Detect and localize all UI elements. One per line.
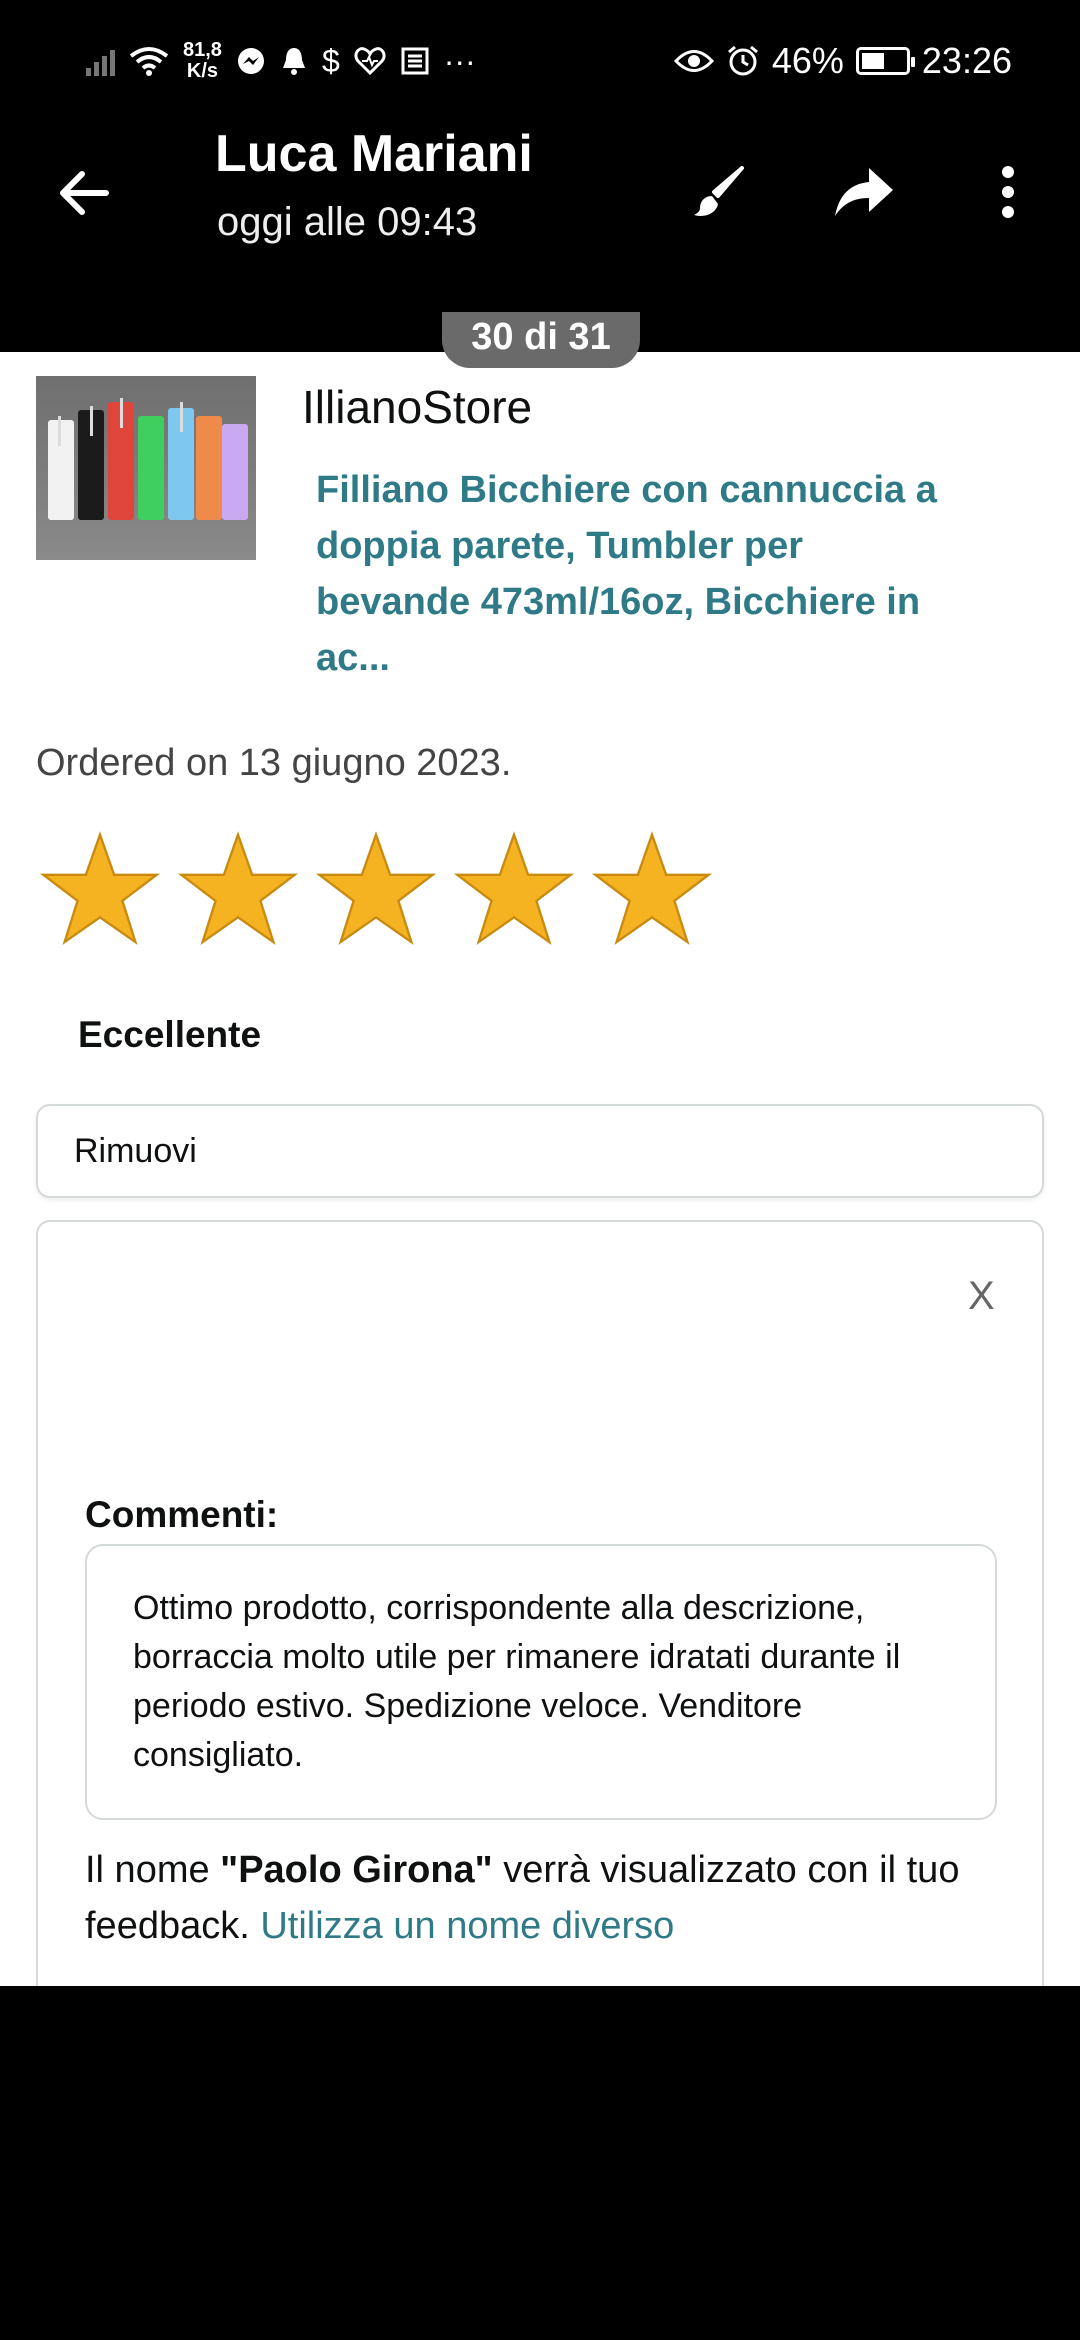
back-button[interactable] [50,158,120,228]
clock: 23:26 [921,40,1012,81]
edit-button[interactable] [684,156,756,228]
image-counter: 30 di 31 [442,312,640,368]
app-notification-icon [400,46,430,76]
star-icon[interactable] [40,830,160,948]
alarm-icon [726,44,760,78]
net-speed: 81,8 K/s [183,39,222,82]
message-timestamp: oggi alle 09:43 [217,200,478,244]
answer-text: Sì [484,1416,519,1457]
eye-icon [673,46,714,76]
rating-label: Eccellente [78,1014,262,1055]
comments-label: Commenti: [85,1494,279,1535]
brush-icon [694,166,744,216]
signal-icon [86,46,115,76]
forward-button[interactable] [828,156,900,228]
display-name-note: Il nome "Paolo Girona" verrà visualizzat… [85,1842,1025,1954]
comment-box[interactable]: Ottimo prodotto, corrispondente alla des… [85,1544,997,1820]
star-rating[interactable] [40,830,712,948]
messenger-icon [236,46,266,76]
product-title-link[interactable]: Filliano Bicchiere con cannuccia a doppi… [316,462,956,686]
sender-name: Luca Mariani [215,125,533,183]
arrow-left-icon [60,171,109,215]
question-text: L'articolo corrisponde alla descrizione … [85,1307,824,1404]
star-icon[interactable] [592,830,712,948]
change-name-link[interactable]: Utilizza un nome diverso [260,1905,674,1947]
battery-icon [855,47,915,75]
star-icon[interactable] [454,830,574,948]
more-notifications-icon: ··· [443,43,476,79]
wifi-icon [129,46,169,76]
forward-icon [835,168,893,216]
status-right: 46% 23:26 [673,36,1012,86]
product-thumbnail [36,376,256,560]
close-button[interactable]: X [968,1274,995,1319]
name-prefix: Il nome [85,1849,221,1891]
status-left: 81,8 K/s $ ··· [86,36,476,86]
reviewer-name: "Paolo Girona" [220,1849,493,1891]
bell-icon [280,46,308,76]
star-icon[interactable] [178,830,298,948]
remove-button[interactable]: Rimuovi [36,1104,1044,1198]
order-date: Ordered on 13 giugno 2023. [36,742,512,784]
store-name: IllianoStore [302,381,533,433]
more-vertical-icon [1002,166,1014,218]
currency-icon: $ [321,43,340,79]
more-options-button[interactable] [972,156,1044,228]
star-icon[interactable] [316,830,436,948]
status-bar: 81,8 K/s $ ··· 46% 23:26 [0,0,1080,120]
heart-pulse-icon [354,46,386,76]
battery-percent: 46% [771,40,844,81]
